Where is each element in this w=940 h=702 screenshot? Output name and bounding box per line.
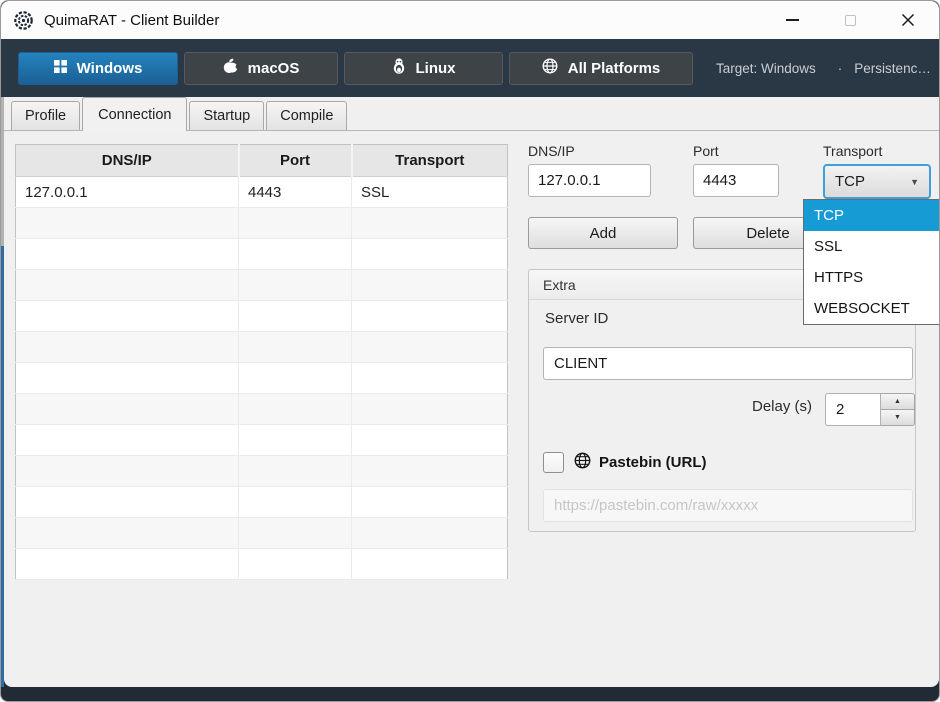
- transport-selected-value: TCP: [835, 173, 865, 190]
- delay-decrement-button[interactable]: ▼: [881, 409, 915, 426]
- close-button[interactable]: [879, 1, 937, 39]
- tab-startup[interactable]: Startup: [189, 101, 264, 130]
- port-input[interactable]: [693, 164, 779, 197]
- table-row-empty: [16, 456, 508, 487]
- window-title: QuimaRAT - Client Builder: [44, 12, 219, 29]
- table-row-empty: [16, 301, 508, 332]
- table-row-empty: [16, 208, 508, 239]
- server-id-input[interactable]: [543, 347, 913, 380]
- app-logo-icon: [13, 10, 34, 31]
- chevron-down-icon: ▼: [910, 177, 919, 187]
- table-row-empty: [16, 487, 508, 518]
- arrow-up-icon: ▲: [894, 398, 901, 405]
- tab-compile[interactable]: Compile: [266, 101, 347, 130]
- transport-dropdown[interactable]: TCP ▼: [823, 164, 931, 199]
- tab-strip: Profile Connection Startup Compile: [4, 97, 939, 130]
- column-header-port: Port: [239, 145, 352, 177]
- pastebin-option-row: Pastebin (URL): [543, 452, 707, 473]
- maximize-button[interactable]: [821, 1, 879, 39]
- delay-increment-button[interactable]: ▲: [881, 393, 915, 410]
- platform-button-all-platforms[interactable]: All Platforms: [509, 52, 693, 85]
- platform-toolbar: Windows macOS: [1, 39, 939, 97]
- window-controls: [763, 1, 937, 39]
- connection-tab-panel: DNS/IP Port Transport 127.0.0.1 4443 SSL: [4, 130, 939, 687]
- minimize-icon: [786, 19, 799, 21]
- left-edge-strip: [1, 97, 4, 246]
- bottom-bar: [1, 687, 939, 701]
- table-row-empty: [16, 239, 508, 270]
- transport-label: Transport: [823, 143, 882, 159]
- table-row-empty: [16, 394, 508, 425]
- table-row-empty: [16, 332, 508, 363]
- platform-label: All Platforms: [568, 60, 661, 77]
- table-row[interactable]: 127.0.0.1 4443 SSL: [16, 177, 508, 208]
- pastebin-url-input[interactable]: [543, 489, 913, 522]
- table-row-empty: [16, 549, 508, 580]
- hosts-table: DNS/IP Port Transport 127.0.0.1 4443 SSL: [15, 144, 508, 580]
- windows-logo-icon: [54, 60, 67, 77]
- dropdown-option-ssl[interactable]: SSL: [804, 231, 940, 262]
- toolbar-status: Target: Windows · Persistenc…: [716, 39, 936, 97]
- cell-port: 4443: [239, 177, 352, 208]
- hosts-table-body: 127.0.0.1 4443 SSL: [16, 177, 508, 580]
- platform-label: Linux: [416, 60, 456, 77]
- arrow-down-icon: ▼: [894, 414, 901, 421]
- title-bar: QuimaRAT - Client Builder: [1, 1, 939, 39]
- platform-button-windows[interactable]: Windows: [18, 52, 178, 85]
- tab-label: Profile: [25, 108, 66, 124]
- tab-profile[interactable]: Profile: [11, 101, 80, 130]
- dropdown-option-https[interactable]: HTTPS: [804, 262, 940, 293]
- globe-icon: [574, 452, 591, 473]
- cell-transport: SSL: [352, 177, 508, 208]
- left-edge-accent: [1, 246, 4, 689]
- add-button[interactable]: Add: [528, 217, 678, 249]
- column-header-transport: Transport: [352, 145, 508, 177]
- close-icon: [901, 13, 915, 27]
- target-label: Target: Windows: [716, 61, 816, 76]
- transport-dropdown-popup: TCP SSL HTTPS WEBSOCKET: [803, 199, 940, 325]
- tab-label: Startup: [203, 108, 250, 124]
- dropdown-option-tcp[interactable]: TCP: [804, 200, 940, 231]
- pastebin-label: Pastebin (URL): [574, 452, 707, 473]
- platform-label: macOS: [248, 60, 300, 77]
- minimize-button[interactable]: [763, 1, 821, 39]
- hosts-table-header: DNS/IP Port Transport: [16, 145, 508, 177]
- delay-label: Delay (s): [679, 398, 812, 415]
- table-row-empty: [16, 425, 508, 456]
- port-label: Port: [693, 143, 719, 159]
- delay-input[interactable]: [825, 393, 881, 426]
- maximize-icon: [845, 15, 856, 26]
- app-window: QuimaRAT - Client Builder Windows: [0, 0, 940, 702]
- apple-logo-icon: [223, 58, 238, 78]
- tab-connection[interactable]: Connection: [82, 97, 187, 131]
- pastebin-checkbox[interactable]: [543, 452, 564, 473]
- extra-group-title: Extra: [543, 277, 576, 293]
- table-row-empty: [16, 363, 508, 394]
- delay-spinner: ▲ ▼: [825, 393, 915, 426]
- dns-ip-label: DNS/IP: [528, 143, 575, 159]
- server-id-label: Server ID: [545, 310, 608, 327]
- table-row-empty: [16, 518, 508, 549]
- tab-label: Connection: [98, 107, 171, 123]
- persistence-label: Persistenc…: [854, 61, 931, 76]
- linux-penguin-icon: [392, 58, 406, 78]
- dns-ip-input[interactable]: [528, 164, 651, 197]
- platform-button-linux[interactable]: Linux: [344, 52, 503, 85]
- table-row-empty: [16, 270, 508, 301]
- dropdown-option-websocket[interactable]: WEBSOCKET: [804, 293, 940, 324]
- globe-icon: [542, 58, 558, 78]
- pastebin-label-text: Pastebin (URL): [599, 454, 707, 471]
- platform-label: Windows: [77, 60, 143, 77]
- platform-button-macos[interactable]: macOS: [184, 52, 338, 85]
- status-separator: ·: [838, 61, 843, 76]
- tab-label: Compile: [280, 108, 333, 124]
- column-header-dns-ip: DNS/IP: [16, 145, 239, 177]
- cell-dns-ip: 127.0.0.1: [16, 177, 239, 208]
